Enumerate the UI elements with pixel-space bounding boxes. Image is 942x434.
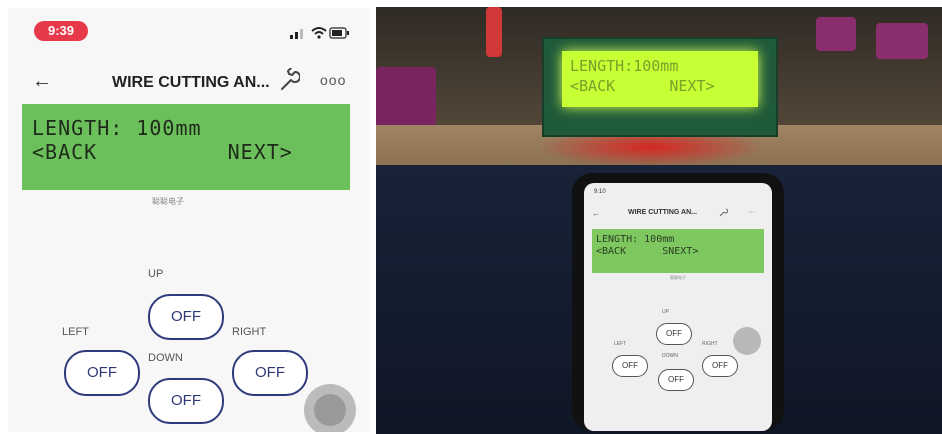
smartphone-screen: 9:10 ← WIRE CUTTING AN... ··· LENGTH: 10… — [584, 183, 772, 431]
battery-icon — [329, 27, 349, 39]
app-header: ← WIRE CUTTING AN... ooo — [8, 66, 370, 102]
device-photo: LENGTH:100mm <BACK NEXT> 9:10 ← WIRE CUT… — [376, 7, 942, 434]
phone-lcd-line-1: LENGTH: 100mm — [596, 234, 675, 245]
phone-down-button: OFF — [658, 369, 694, 391]
up-label: UP — [148, 268, 164, 280]
phone-lcd-line-2: <BACK SNEXT> — [596, 246, 699, 257]
purple-mount-right-1 — [816, 17, 856, 51]
lcd-line-2: <BACK NEXT> — [32, 140, 293, 164]
physical-lcd-line-1: LENGTH:100mm — [570, 57, 679, 75]
right-label: RIGHT — [232, 326, 267, 338]
phone-joystick — [733, 327, 761, 355]
wifi-icon — [311, 27, 327, 39]
right-button[interactable]: OFF — [232, 350, 308, 396]
phone-app-screenshot: 9:39 ← WIRE CUTTING AN... ooo LENGTH: 10… — [8, 8, 370, 432]
left-label: LEFT — [62, 326, 89, 338]
brand-label: 聪聪电子 — [152, 197, 184, 206]
joystick-knob[interactable] — [314, 394, 346, 426]
phone-down-label: DOWN — [662, 353, 678, 359]
left-button[interactable]: OFF — [64, 350, 140, 396]
phone-back-icon: ← — [592, 209, 600, 218]
lcd-display: LENGTH: 100mm <BACK NEXT> — [22, 104, 350, 190]
phone-right-button: OFF — [702, 355, 738, 377]
down-button[interactable]: OFF — [148, 378, 224, 424]
lcd-line-1: LENGTH: 100mm — [32, 116, 202, 140]
physical-lcd: LENGTH:100mm <BACK NEXT> — [562, 51, 758, 107]
down-label: DOWN — [148, 352, 183, 364]
status-time: 9:39 — [34, 21, 88, 41]
phone-brand: 聪聪电子 — [670, 275, 686, 280]
phone-wrench-icon — [719, 208, 728, 217]
phone-status-time: 9:10 — [594, 189, 606, 195]
phone-up-button: OFF — [656, 323, 692, 345]
joystick-icon[interactable] — [304, 384, 356, 432]
page-title: WIRE CUTTING AN... — [112, 74, 270, 91]
signal-icon — [290, 29, 303, 39]
phone-title: WIRE CUTTING AN... — [628, 209, 697, 216]
phone-up-label: UP — [662, 309, 669, 315]
phone-left-button: OFF — [612, 355, 648, 377]
phone-more-icon: ··· — [748, 209, 755, 216]
purple-mount-left — [376, 67, 436, 127]
status-bar: 9:39 — [8, 8, 370, 48]
phone-right-label: RIGHT — [702, 341, 718, 347]
phone-lcd: LENGTH: 100mm <BACK SNEXT> — [592, 229, 764, 273]
up-button[interactable]: OFF — [148, 294, 224, 340]
physical-lcd-line-2: <BACK NEXT> — [570, 77, 715, 95]
status-icons — [290, 27, 349, 39]
more-icon[interactable]: ooo — [320, 72, 346, 88]
wrench-icon[interactable] — [278, 68, 300, 92]
back-arrow-icon[interactable]: ← — [32, 70, 52, 93]
purple-mount-right-2 — [876, 23, 928, 59]
phone-left-label: LEFT — [614, 341, 627, 347]
red-part — [486, 7, 502, 57]
